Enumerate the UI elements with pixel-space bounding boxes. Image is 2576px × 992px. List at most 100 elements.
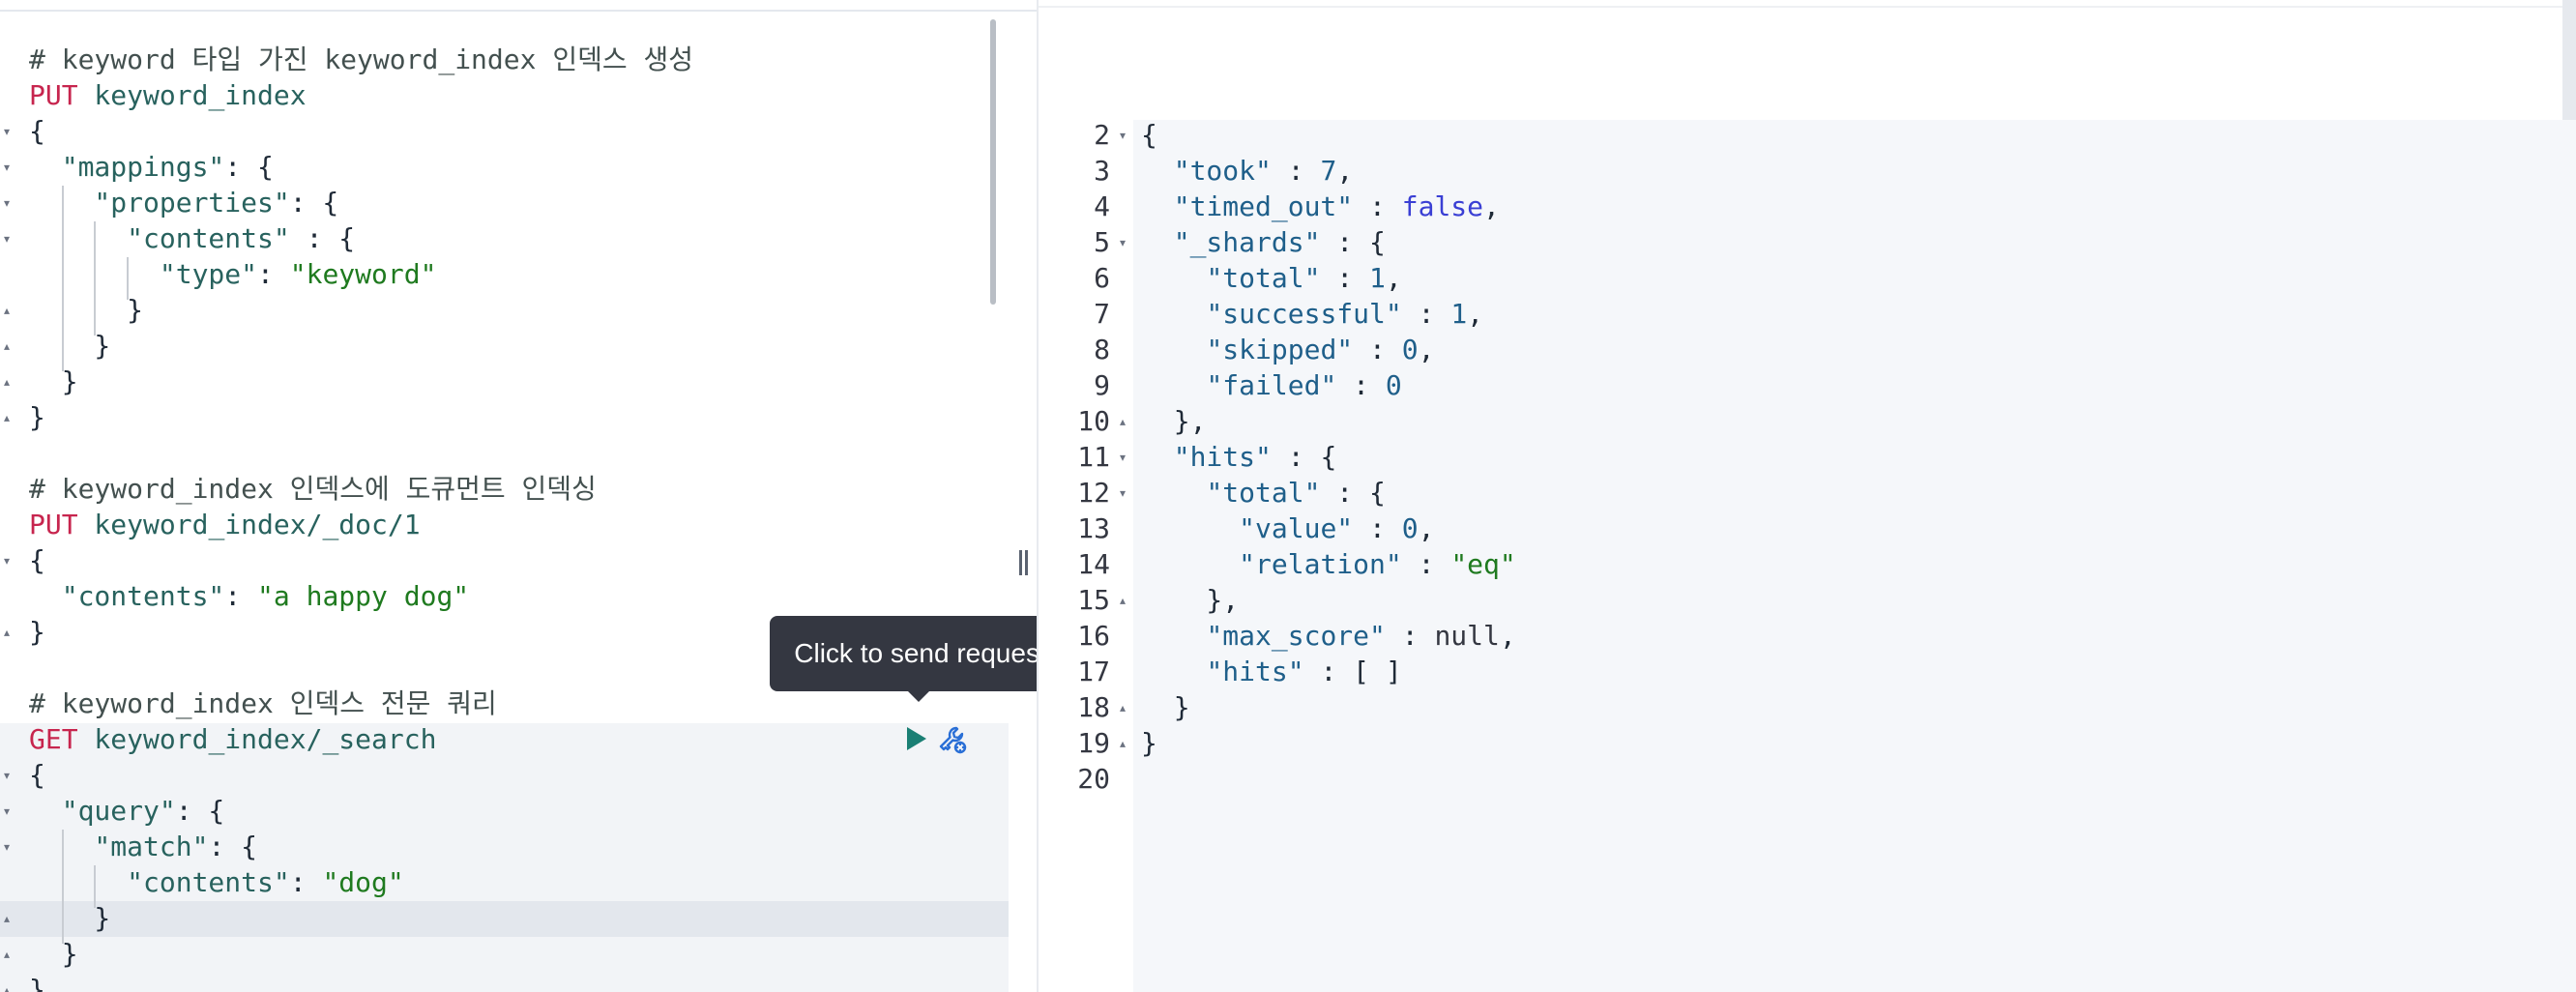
fold-end-icon[interactable]: ▴ (0, 305, 14, 316)
editor-line[interactable]: PUT keyword_index (29, 77, 307, 113)
response-top-border (1039, 6, 2576, 8)
fold-toggle-icon[interactable]: ▾ (0, 161, 14, 173)
fold-end-icon[interactable]: ▴ (1116, 595, 1129, 606)
json-punct: , (1483, 190, 1500, 222)
fold-end-icon[interactable]: ▴ (0, 340, 14, 352)
json-null: null (1434, 620, 1500, 652)
line-number: 20 (1077, 763, 1110, 795)
response-line: { (1141, 117, 1157, 153)
editor-line[interactable]: "mappings": { (29, 149, 274, 185)
editor-line[interactable]: GET keyword_index/_search (29, 721, 436, 757)
editor-scrollbar[interactable] (990, 19, 996, 305)
send-request-button[interactable] (905, 725, 928, 752)
json-punct: , (1385, 262, 1402, 294)
line-number: 5 (1094, 226, 1110, 258)
fold-end-icon[interactable]: ▴ (0, 627, 14, 638)
editor-line[interactable]: } (29, 364, 78, 399)
editor-line[interactable]: "contents" : { (29, 220, 355, 256)
json-punct (1141, 298, 1206, 330)
editor-line[interactable]: } (29, 936, 78, 972)
send-request-tooltip: Click to send request (770, 616, 1071, 691)
fold-toggle-icon[interactable]: ▾ (1116, 452, 1129, 463)
editor-line[interactable]: "type": "keyword" (29, 256, 437, 292)
editor-line[interactable]: # keyword_index 인덱스에 도큐먼트 인덱싱 (29, 471, 597, 507)
json-punct: : (1401, 548, 1451, 580)
response-line: "skipped" : 0, (1141, 332, 1434, 367)
json-punct: : (1353, 334, 1402, 365)
fold-end-icon[interactable]: ▴ (0, 376, 14, 388)
response-line: "relation" : "eq" (1141, 546, 1516, 582)
fold-end-icon[interactable]: ▴ (1116, 416, 1129, 427)
fold-toggle-icon[interactable]: ▾ (0, 555, 14, 567)
json-key: "match" (29, 831, 209, 862)
fold-toggle-icon[interactable]: ▾ (1116, 487, 1129, 499)
editor-line[interactable]: } (29, 972, 45, 992)
editor-line[interactable]: { (29, 113, 45, 149)
play-icon (907, 727, 926, 750)
json-punct (1141, 512, 1239, 544)
line-number: 19 (1077, 727, 1110, 759)
json-punct (1141, 155, 1174, 187)
json-punct: : (1336, 369, 1386, 401)
json-punct: : { (1271, 441, 1337, 473)
fold-end-icon[interactable]: ▴ (0, 984, 14, 992)
request-editor-pane[interactable]: # keyword 타입 가진 keyword_index 인덱스 생성 PUT … (0, 0, 1009, 992)
fold-toggle-icon[interactable]: ▾ (0, 197, 14, 209)
editor-line[interactable]: PUT keyword_index/_doc/1 (29, 507, 421, 542)
fold-toggle-icon[interactable]: ▾ (0, 770, 14, 781)
fold-toggle-icon[interactable]: ▾ (1116, 130, 1129, 141)
response-scrollbar[interactable] (2562, 0, 2576, 120)
editor-line[interactable]: "match": { (29, 829, 257, 864)
fold-end-icon[interactable]: ▴ (1116, 702, 1129, 714)
json-key: "_shards" (1173, 226, 1321, 258)
json-punct: { (29, 115, 45, 147)
json-key: "mappings" (29, 151, 225, 183)
request-settings-button[interactable] (937, 724, 970, 757)
editor-line[interactable]: } (29, 328, 110, 364)
json-punct: } (29, 330, 111, 362)
json-punct (1141, 656, 1206, 687)
editor-line[interactable]: "properties": { (29, 185, 338, 220)
json-string: "eq" (1450, 548, 1516, 580)
fold-toggle-icon[interactable]: ▾ (0, 233, 14, 245)
comment-text: # keyword 타입 가진 keyword_index 인덱스 생성 (29, 44, 693, 75)
fold-end-icon[interactable]: ▴ (1116, 738, 1129, 749)
line-number: 13 (1077, 512, 1110, 544)
editor-line[interactable]: { (29, 542, 45, 578)
cursor-line-highlight (0, 901, 1009, 937)
fold-toggle-icon[interactable]: ▾ (1116, 237, 1129, 248)
editor-line[interactable]: } (29, 614, 45, 650)
json-key: "hits" (1173, 441, 1272, 473)
fold-end-icon[interactable]: ▴ (0, 948, 14, 960)
json-punct: : (1353, 512, 1402, 544)
json-key: "value" (1239, 512, 1354, 544)
response-line: } (1141, 689, 1190, 725)
response-line: }, (1141, 403, 1207, 439)
json-punct: } (29, 974, 45, 992)
fold-toggle-icon[interactable]: ▾ (0, 126, 14, 137)
json-punct: }, (1141, 405, 1207, 437)
fold-end-icon[interactable]: ▴ (0, 913, 14, 924)
editor-line[interactable]: "contents": "a happy dog" (29, 578, 469, 614)
editor-line[interactable]: } (29, 292, 143, 328)
fold-toggle-icon[interactable]: ▾ (0, 805, 14, 817)
request-url: keyword_index/_doc/1 (77, 509, 421, 540)
pane-resize-handle[interactable] (1017, 550, 1031, 575)
editor-line[interactable]: } (29, 399, 45, 435)
editor-line[interactable]: # keyword 타입 가진 keyword_index 인덱스 생성 (29, 42, 693, 77)
json-punct: : { (175, 795, 225, 827)
editor-line[interactable]: "contents": "dog" (29, 864, 404, 900)
editor-line[interactable]: # keyword_index 인덱스 전문 쿼리 (29, 686, 497, 721)
fold-end-icon[interactable]: ▴ (0, 412, 14, 423)
json-key: "max_score" (1206, 620, 1386, 652)
editor-line[interactable]: "query": { (29, 793, 225, 829)
json-key: "query" (29, 795, 176, 827)
json-punct: : (1385, 620, 1435, 652)
fold-toggle-icon[interactable]: ▾ (0, 841, 14, 853)
editor-line[interactable]: } (29, 900, 110, 936)
http-method: PUT (29, 509, 78, 540)
request-url: keyword_index (77, 79, 307, 111)
editor-line[interactable]: { (29, 757, 45, 793)
json-key: "properties" (29, 187, 290, 219)
editor-top-border (0, 10, 1037, 12)
